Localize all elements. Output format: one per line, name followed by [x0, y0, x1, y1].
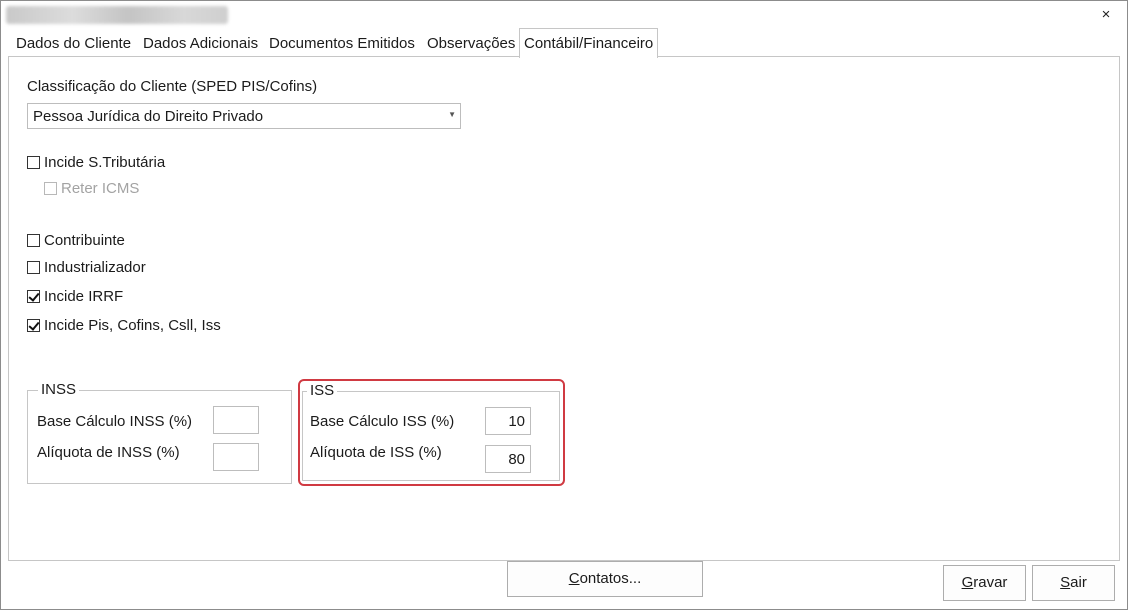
checkbox-box-checked: [27, 319, 40, 332]
incide-pis-checkbox[interactable]: Incide Pis, Cofins, Csll, Iss: [27, 317, 221, 334]
incide-st-checkbox[interactable]: Incide S.Tributária: [27, 154, 165, 171]
incide-irrf-checkbox[interactable]: Incide IRRF: [27, 288, 123, 305]
contribuinte-checkbox[interactable]: Contribuinte: [27, 232, 125, 249]
gravar-button[interactable]: Gravar: [943, 565, 1026, 601]
classificacao-select[interactable]: Pessoa Jurídica do Direito Privado ▼: [27, 103, 461, 129]
checkbox-box: [27, 261, 40, 274]
contribuinte-label: Contribuinte: [44, 232, 125, 249]
inss-legend: INSS: [38, 381, 80, 398]
gravar-mnemonic: G: [961, 574, 974, 591]
window-title-blurred: [6, 6, 228, 24]
iss-aliquota-input[interactable]: [485, 445, 531, 473]
sair-mnemonic: S: [1060, 574, 1071, 591]
classificacao-selected-value: Pessoa Jurídica do Direito Privado: [33, 108, 264, 125]
tab-dados-adicionais[interactable]: Dados Adicionais: [143, 30, 258, 57]
inss-aliquota-input[interactable]: [213, 443, 259, 471]
incide-irrf-label: Incide IRRF: [44, 288, 124, 305]
gravar-label: ravar: [973, 574, 1008, 591]
checkbox-box: [27, 156, 40, 169]
industrializador-checkbox[interactable]: Industrializador: [27, 259, 146, 276]
checkbox-box: [44, 182, 57, 195]
classificacao-label: Classificação do Cliente (SPED PIS/Cofin…: [27, 78, 318, 95]
iss-aliquota-label: Alíquota de ISS (%): [310, 444, 442, 461]
tab-observacoes[interactable]: Observações: [427, 30, 515, 57]
inss-base-input[interactable]: [213, 406, 259, 434]
tab-contabil-financeiro[interactable]: Contábil/Financeiro: [519, 28, 659, 58]
chevron-down-icon: ▼: [448, 110, 456, 119]
checkbox-box: [27, 234, 40, 247]
tab-panel-contabil: [8, 56, 1120, 561]
sair-button[interactable]: Sair: [1032, 565, 1115, 601]
inss-aliquota-label: Alíquota de INSS (%): [37, 444, 180, 461]
close-icon[interactable]: ×: [1098, 6, 1114, 24]
iss-base-input[interactable]: [485, 407, 531, 435]
contatos-label: ontatos...: [579, 570, 642, 587]
incide-pis-label: Incide Pis, Cofins, Csll, Iss: [44, 317, 221, 334]
incide-st-label: Incide S.Tributária: [44, 154, 166, 171]
industrializador-label: Industrializador: [44, 259, 146, 276]
inss-base-label: Base Cálculo INSS (%): [37, 413, 193, 430]
tab-dados-cliente[interactable]: Dados do Cliente: [16, 30, 131, 57]
iss-base-label: Base Cálculo ISS (%): [310, 413, 455, 430]
contatos-mnemonic: C: [568, 570, 580, 587]
sair-label: air: [1070, 574, 1087, 591]
contatos-button[interactable]: Contatos...: [507, 561, 703, 597]
iss-legend: ISS: [307, 382, 338, 399]
tab-documentos-emitidos[interactable]: Documentos Emitidos: [269, 30, 415, 57]
reter-icms-checkbox[interactable]: Reter ICMS: [44, 180, 139, 197]
reter-icms-label: Reter ICMS: [61, 180, 140, 197]
checkbox-box-checked: [27, 290, 40, 303]
